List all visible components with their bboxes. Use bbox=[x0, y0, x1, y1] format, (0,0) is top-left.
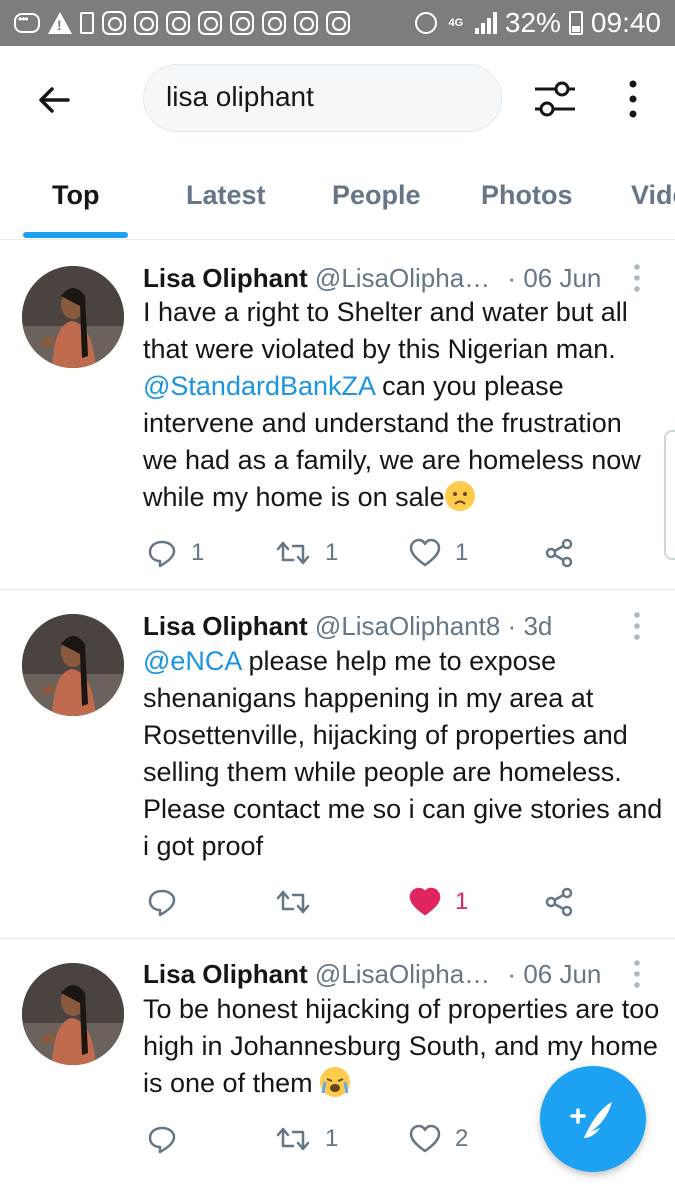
instagram-icon bbox=[262, 11, 286, 35]
like-count: 1 bbox=[455, 539, 469, 566]
avatar[interactable] bbox=[22, 963, 124, 1065]
like-count: 1 bbox=[455, 888, 469, 915]
network-type: 4G bbox=[448, 16, 464, 29]
reply-button[interactable]: 1 bbox=[147, 533, 204, 573]
tweet-text-part: I have a right to Shelter and water but … bbox=[143, 297, 628, 364]
clock: 09:40 bbox=[590, 7, 661, 38]
mention-link[interactable]: @StandardBankZA bbox=[143, 371, 375, 401]
separator-dot: · bbox=[507, 263, 517, 293]
share-icon bbox=[545, 538, 573, 568]
next-tweet-peek bbox=[0, 1190, 675, 1200]
like-button[interactable]: 1 bbox=[409, 882, 468, 922]
tweet-menu-icon[interactable] bbox=[630, 263, 644, 293]
share-button[interactable] bbox=[543, 533, 575, 573]
like-icon bbox=[409, 538, 441, 567]
tweet-text: @eNCA please help me to expose shenaniga… bbox=[143, 643, 663, 865]
message-icon bbox=[14, 12, 40, 33]
user-handle[interactable]: @LisaOliphant8 bbox=[315, 611, 500, 641]
battery-saver-icon bbox=[80, 12, 94, 34]
retweet-icon bbox=[276, 1127, 310, 1151]
compose-icon bbox=[570, 1102, 612, 1138]
tweet[interactable]: Lisa Oliphant @LisaOlipha… · 06 Jun I ha… bbox=[0, 241, 675, 590]
share-icon bbox=[545, 887, 573, 917]
search-tabs: Top Latest People Photos Vide bbox=[0, 172, 675, 240]
instagram-icon bbox=[294, 11, 318, 35]
tweet-timestamp[interactable]: 3d bbox=[523, 611, 552, 641]
status-bar: 4G 32% 09:40 bbox=[0, 0, 675, 46]
instagram-icon bbox=[326, 11, 350, 35]
share-button[interactable] bbox=[543, 882, 575, 922]
tweet-menu-icon[interactable] bbox=[630, 611, 644, 641]
like-button[interactable]: 1 bbox=[409, 533, 468, 573]
reply-button[interactable] bbox=[147, 882, 191, 922]
mention-link[interactable]: @eNCA bbox=[143, 646, 241, 676]
retweet-count: 1 bbox=[325, 1125, 339, 1152]
retweet-icon bbox=[276, 541, 310, 565]
instagram-icon bbox=[166, 11, 190, 35]
warning-icon bbox=[48, 12, 72, 34]
tweet-text: I have a right to Shelter and water but … bbox=[143, 294, 663, 516]
tweet-actions: 1 1 1 bbox=[143, 533, 663, 573]
alarm-icon bbox=[414, 12, 437, 34]
reply-count: 1 bbox=[191, 539, 205, 566]
instagram-icon bbox=[230, 11, 254, 35]
battery-icon bbox=[568, 11, 583, 35]
tweet-header: Lisa Oliphant @LisaOlipha… · 06 Jun bbox=[143, 263, 601, 294]
like-icon bbox=[409, 1124, 441, 1153]
more-vertical-icon[interactable] bbox=[622, 76, 644, 122]
tab-photos[interactable]: Photos bbox=[481, 180, 573, 211]
display-name[interactable]: Lisa Oliphant bbox=[143, 959, 308, 989]
user-handle[interactable]: @LisaOlipha… bbox=[315, 959, 490, 989]
separator-dot: · bbox=[507, 959, 517, 989]
separator-dot: · bbox=[507, 611, 517, 641]
like-count: 2 bbox=[455, 1125, 469, 1152]
tweet-header: Lisa Oliphant @LisaOlipha… · 06 Jun bbox=[143, 959, 601, 990]
system-status: 4G 32% 09:40 bbox=[414, 6, 661, 40]
retweet-button[interactable]: 1 bbox=[275, 1119, 338, 1159]
reply-icon bbox=[148, 1126, 176, 1154]
notification-icons bbox=[14, 8, 350, 38]
avatar[interactable] bbox=[22, 266, 124, 368]
reply-icon bbox=[148, 889, 176, 917]
crying-face-emoji bbox=[320, 1067, 351, 1097]
search-input[interactable]: lisa oliphant bbox=[143, 64, 502, 132]
instagram-icon bbox=[198, 11, 222, 35]
instagram-icon bbox=[102, 11, 126, 35]
compose-tweet-button[interactable] bbox=[540, 1066, 646, 1172]
avatar[interactable] bbox=[22, 614, 124, 716]
reply-button[interactable] bbox=[147, 1119, 191, 1159]
active-tab-indicator bbox=[23, 232, 128, 238]
tab-people[interactable]: People bbox=[332, 180, 421, 211]
tweet-timestamp[interactable]: 06 Jun bbox=[523, 263, 601, 293]
display-name[interactable]: Lisa Oliphant bbox=[143, 263, 308, 293]
tab-latest[interactable]: Latest bbox=[186, 180, 266, 211]
like-icon bbox=[409, 887, 441, 916]
tweet-timestamp[interactable]: 06 Jun bbox=[523, 959, 601, 989]
tweet-actions: 1 bbox=[143, 882, 663, 922]
tweet-text-part: please help me to expose shenanigans hap… bbox=[143, 646, 663, 861]
tab-top[interactable]: Top bbox=[52, 180, 99, 211]
retweet-button[interactable] bbox=[275, 882, 325, 922]
retweet-icon bbox=[276, 890, 310, 914]
scroll-indicator[interactable] bbox=[664, 430, 675, 560]
retweet-button[interactable]: 1 bbox=[275, 533, 338, 573]
display-name[interactable]: Lisa Oliphant bbox=[143, 611, 308, 641]
tab-videos[interactable]: Vide bbox=[631, 180, 675, 211]
tweet-header: Lisa Oliphant @LisaOliphant8 · 3d bbox=[143, 611, 552, 642]
reply-icon bbox=[148, 540, 176, 568]
worried-face-emoji bbox=[444, 481, 475, 511]
user-handle[interactable]: @LisaOlipha… bbox=[315, 263, 490, 293]
retweet-count: 1 bbox=[325, 539, 339, 566]
tweet-menu-icon[interactable] bbox=[630, 959, 644, 989]
signal-icon bbox=[474, 12, 497, 34]
instagram-icon bbox=[134, 11, 158, 35]
like-button[interactable]: 2 bbox=[409, 1119, 468, 1159]
battery-percent: 32% bbox=[504, 7, 561, 38]
tweet[interactable]: Lisa Oliphant @LisaOliphant8 · 3d @eNCA … bbox=[0, 590, 675, 939]
filter-icon[interactable] bbox=[532, 76, 578, 122]
back-arrow-icon[interactable] bbox=[34, 80, 74, 120]
search-header: lisa oliphant Top Latest People Photos V… bbox=[0, 46, 675, 240]
